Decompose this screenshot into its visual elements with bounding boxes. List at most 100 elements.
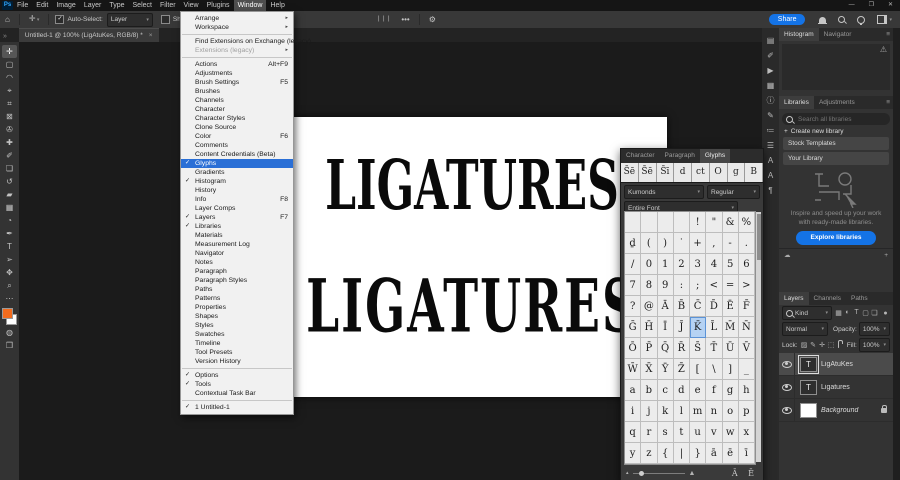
- blur-tool[interactable]: ◔: [2, 214, 17, 227]
- more-options-icon[interactable]: •••: [401, 11, 409, 28]
- glyph-cell[interactable]: N̄: [738, 317, 755, 338]
- panel-menu-icon[interactable]: ≡: [886, 28, 893, 41]
- glyph-cell[interactable]: ˙: [673, 233, 690, 254]
- glyph-cell[interactable]: ": [706, 212, 723, 233]
- collapsed-properties-icon[interactable]: ≔: [762, 123, 779, 138]
- recent-glyph-cell[interactable]: O: [710, 163, 728, 182]
- foreground-swatch[interactable]: [2, 308, 13, 319]
- glyph-cell[interactable]: Ū: [722, 338, 739, 359]
- glyph-cell[interactable]: c: [657, 380, 674, 401]
- glyph-cell-selected[interactable]: K̄: [690, 317, 707, 338]
- glyph-cell[interactable]: !: [690, 212, 707, 233]
- zoom-in-mountain-icon[interactable]: ▲: [689, 470, 696, 477]
- glyph-cell[interactable]: R̄: [673, 338, 690, 359]
- tab-adjustments[interactable]: Adjustments: [814, 96, 860, 109]
- menu-item-character[interactable]: Character: [181, 105, 293, 114]
- menu-item-tools[interactable]: ✓ Tools: [181, 380, 293, 389]
- filter-smart-objects-icon[interactable]: ❏: [870, 309, 879, 317]
- glyph-cell[interactable]: y: [625, 443, 642, 464]
- lock-position-icon[interactable]: ✛: [818, 341, 827, 349]
- menu-item-arrange[interactable]: Arrange ▸: [181, 14, 293, 23]
- glyph-cell[interactable]: b: [641, 380, 658, 401]
- glyph-cell[interactable]: d: [673, 380, 690, 401]
- blend-mode-dropdown[interactable]: Normal ▾: [782, 322, 829, 336]
- lock-transparency-icon[interactable]: ▨: [800, 341, 809, 349]
- glyph-cell[interactable]: Ā: [657, 296, 674, 317]
- glyph-cell[interactable]: %: [738, 212, 755, 233]
- move-tool-icon[interactable]: ✛ ▾: [29, 10, 40, 29]
- layer-thumbnail[interactable]: [800, 402, 817, 418]
- close-button[interactable]: ✕: [881, 0, 900, 11]
- tab-histogram[interactable]: Histogram: [779, 28, 819, 41]
- notifications-bell-icon[interactable]: [818, 16, 828, 24]
- glyph-cell[interactable]: (: [641, 233, 658, 254]
- visibility-toggle[interactable]: [779, 399, 795, 421]
- menu-item-materials[interactable]: Materials: [181, 231, 293, 240]
- glyph-cell[interactable]: r: [641, 422, 658, 443]
- fill-dropdown[interactable]: 100% ▾: [858, 338, 890, 352]
- layer-row-ligatures[interactable]: T Ligatures: [779, 376, 893, 399]
- recent-glyph-cell[interactable]: d: [674, 163, 692, 182]
- glyph-cell[interactable]: u: [690, 422, 707, 443]
- menu-view[interactable]: View: [180, 0, 203, 11]
- glyph-cell[interactable]: \: [706, 359, 723, 380]
- glyph-cell[interactable]: l: [673, 401, 690, 422]
- gradient-tool[interactable]: ▦: [2, 201, 17, 214]
- visibility-toggle[interactable]: [779, 376, 795, 398]
- menu-item-properties[interactable]: Properties: [181, 303, 293, 312]
- auto-select-checkbox[interactable]: ✓: [55, 15, 65, 24]
- eyedropper-tool[interactable]: ✇: [2, 123, 17, 136]
- glyph-cell[interactable]: /: [625, 254, 642, 275]
- auto-select-target-dropdown[interactable]: Layer ▾: [106, 12, 153, 27]
- glyph-cell[interactable]: ,: [706, 233, 723, 254]
- tab-paths[interactable]: Paths: [846, 292, 873, 305]
- library-item-your-library[interactable]: Your Library: [783, 152, 889, 165]
- collapsed-clone-source-icon[interactable]: ▤: [762, 33, 779, 48]
- layer-filter-dropdown[interactable]: Kind ▾: [782, 306, 832, 320]
- glyph-cell[interactable]: X̄: [641, 359, 658, 380]
- menu-item-libraries[interactable]: ✓ Libraries: [181, 222, 293, 231]
- menu-item-timeline[interactable]: Timeline: [181, 339, 293, 348]
- glyph-cell[interactable]: @: [641, 296, 658, 317]
- glyph-cell[interactable]: Ḡ: [625, 317, 642, 338]
- filter-adjustment-layers-icon[interactable]: ◐: [843, 309, 852, 317]
- glyph-cell[interactable]: +: [690, 233, 707, 254]
- lock-pixels-icon[interactable]: ✎: [809, 341, 818, 349]
- glyph-cell[interactable]: [641, 212, 658, 233]
- recent-glyph-cell[interactable]: B: [745, 163, 763, 182]
- recent-glyph-cell[interactable]: S̄ī: [657, 163, 675, 182]
- pen-tool[interactable]: ✒: [2, 227, 17, 240]
- filter-type-layers-icon[interactable]: T: [852, 309, 861, 317]
- glyph-cell[interactable]: Ē: [722, 296, 739, 317]
- healing-brush-tool[interactable]: ✚: [2, 136, 17, 149]
- glyph-cell[interactable]: -: [722, 233, 739, 254]
- library-item-stock-templates[interactable]: Stock Templates: [783, 137, 889, 150]
- glyph-cell[interactable]: {: [657, 443, 674, 464]
- tab-navigator[interactable]: Navigator: [819, 28, 857, 41]
- glyph-cell[interactable]: h: [738, 380, 755, 401]
- menu-window[interactable]: Window: [233, 0, 267, 11]
- glyph-cell[interactable]: ): [657, 233, 674, 254]
- menu-filter[interactable]: Filter: [156, 0, 180, 11]
- menu-item-history[interactable]: History: [181, 186, 293, 195]
- menu-item-histogram[interactable]: ✓ Histogram: [181, 177, 293, 186]
- glyph-cell[interactable]: x: [738, 422, 755, 443]
- glyph-cell[interactable]: ḏ: [625, 233, 642, 254]
- glyph-cell[interactable]: q: [625, 422, 642, 443]
- collapsed-paragraph-styles-icon[interactable]: A: [762, 168, 779, 183]
- glyph-cell[interactable]: p: [738, 401, 755, 422]
- align-icons[interactable]: ❘❘❘: [376, 11, 391, 28]
- visibility-toggle[interactable]: [779, 353, 795, 375]
- glyph-cell[interactable]: Ō: [625, 338, 642, 359]
- collapsed-brush-settings-icon[interactable]: ✐: [762, 48, 779, 63]
- glyphs-style-dropdown[interactable]: Regular ▾: [707, 185, 760, 199]
- menu-item-navigator[interactable]: Navigator: [181, 249, 293, 258]
- glyph-cell[interactable]: W̄: [625, 359, 642, 380]
- glyph-cell[interactable]: ā: [706, 443, 723, 464]
- collapsed-info-icon[interactable]: ⓘ: [762, 93, 779, 108]
- collapsed-stock-icon[interactable]: ▦: [762, 78, 779, 93]
- glyph-cell[interactable]: 3: [690, 254, 707, 275]
- filter-pixel-layers-icon[interactable]: ▦: [834, 309, 843, 317]
- glyph-cell[interactable]: [: [690, 359, 707, 380]
- add-library-plus-icon[interactable]: +: [884, 252, 888, 259]
